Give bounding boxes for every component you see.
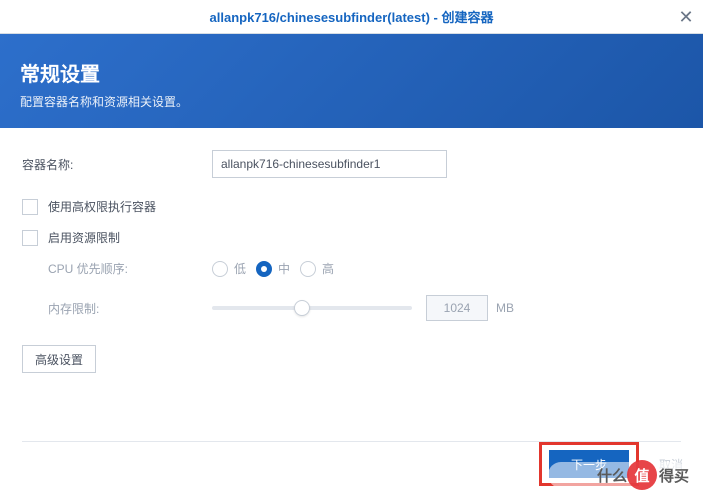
radio-icon bbox=[300, 261, 316, 277]
window-title: allanpk716/chinesesubfinder(latest) - 创建… bbox=[210, 7, 494, 26]
hero-banner: 常规设置 配置容器名称和资源相关设置。 bbox=[0, 34, 703, 128]
highlight-annotation: 下一步 bbox=[539, 442, 639, 486]
container-name-input[interactable] bbox=[212, 150, 447, 178]
enable-limit-checkbox[interactable] bbox=[22, 230, 38, 246]
slider-thumb[interactable] bbox=[294, 300, 310, 316]
high-privilege-label: 使用高权限执行容器 bbox=[48, 198, 156, 215]
cpu-radio-high[interactable]: 高 bbox=[300, 260, 334, 277]
titlebar: allanpk716/chinesesubfinder(latest) - 创建… bbox=[0, 0, 703, 34]
cancel-button[interactable]: 取消 bbox=[659, 456, 683, 473]
close-icon[interactable]: ✕ bbox=[669, 0, 703, 34]
radio-icon bbox=[212, 261, 228, 277]
high-privilege-row[interactable]: 使用高权限执行容器 bbox=[22, 198, 681, 215]
cpu-priority-row: CPU 优先顺序: 低 中 高 bbox=[48, 260, 681, 277]
enable-limit-label: 启用资源限制 bbox=[48, 229, 120, 246]
footer-actions: 下一步 取消 bbox=[539, 442, 683, 486]
cpu-radio-low[interactable]: 低 bbox=[212, 260, 246, 277]
memory-input bbox=[426, 295, 488, 321]
memory-limit-label: 内存限制: bbox=[48, 300, 212, 317]
cpu-radio-mid[interactable]: 中 bbox=[256, 260, 290, 277]
hero-title: 常规设置 bbox=[20, 58, 675, 87]
next-button[interactable]: 下一步 bbox=[549, 450, 629, 478]
container-name-label: 容器名称: bbox=[22, 156, 212, 173]
advanced-settings-button[interactable]: 高级设置 bbox=[22, 345, 96, 373]
high-privilege-checkbox[interactable] bbox=[22, 199, 38, 215]
radio-icon bbox=[256, 261, 272, 277]
form-content: 容器名称: 使用高权限执行容器 启用资源限制 CPU 优先顺序: 低 中 bbox=[0, 128, 703, 373]
memory-slider[interactable] bbox=[212, 306, 412, 310]
cpu-radio-group: 低 中 高 bbox=[212, 260, 334, 277]
cpu-priority-label: CPU 优先顺序: bbox=[48, 260, 212, 277]
memory-unit: MB bbox=[496, 301, 514, 315]
hero-subtitle: 配置容器名称和资源相关设置。 bbox=[20, 93, 675, 110]
enable-limit-row[interactable]: 启用资源限制 bbox=[22, 229, 681, 246]
container-name-row: 容器名称: bbox=[22, 150, 681, 178]
memory-limit-row: 内存限制: MB bbox=[48, 295, 681, 321]
